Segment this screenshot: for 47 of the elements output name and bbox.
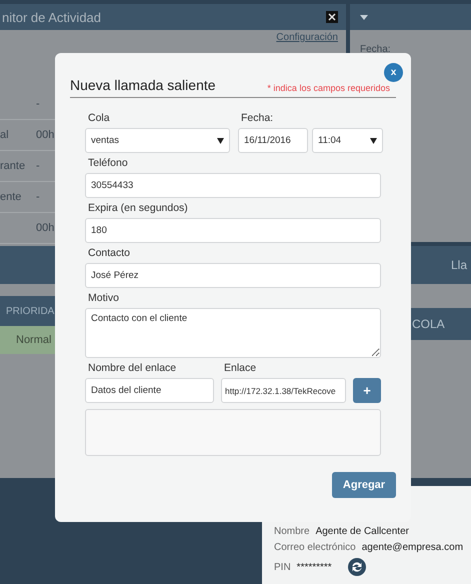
pin-value: *********: [296, 562, 332, 572]
refresh-icon[interactable]: [348, 558, 366, 576]
caret-icon[interactable]: [360, 14, 368, 20]
row-label: al: [0, 129, 10, 141]
dropdown-arrow-icon[interactable]: [370, 138, 377, 144]
required-note: * indica los campos requeridos: [267, 83, 391, 93]
add-button[interactable]: +: [353, 378, 381, 403]
dialog-title: Nueva llamada saliente: [70, 77, 216, 93]
window-title: nitor de Actividad: [2, 10, 102, 24]
field-label: Teléfono: [88, 157, 129, 169]
input-field[interactable]: 30554433: [85, 173, 381, 198]
table-cell: Normal: [16, 334, 52, 346]
row-label: ente: [0, 191, 22, 203]
input-field[interactable]: 180: [85, 218, 381, 243]
queue-select[interactable]: ventas: [85, 128, 230, 153]
row-value: 00h: [36, 222, 54, 234]
panel-header: Lla: [450, 258, 467, 272]
agent-name: Agente de Callcenter: [316, 526, 409, 537]
field-label: Enlace: [224, 362, 258, 374]
field-label: Nombre del enlace: [88, 362, 178, 374]
column-header: PRIORIDA: [6, 306, 54, 316]
field-label: Fecha:: [360, 44, 392, 55]
field-label: Motivo: [88, 292, 120, 304]
time-select[interactable]: 11:04: [312, 128, 383, 153]
row-value: 00h: [36, 129, 54, 141]
close-icon[interactable]: [326, 11, 338, 23]
row-label: rante: [0, 160, 26, 172]
pin-label: PIN: [274, 562, 291, 572]
column-header: COLA: [412, 317, 445, 331]
dropdown-arrow-icon[interactable]: [217, 138, 224, 144]
input-field[interactable]: http://172.32.1.38/TekRecove: [220, 378, 346, 403]
row-value: -: [36, 160, 40, 172]
field-label: Expira (en segundos): [88, 202, 189, 214]
field-label: Fecha:: [241, 112, 274, 124]
input-field[interactable]: José Pérez: [85, 263, 381, 288]
name-label: Nombre: [274, 526, 310, 537]
agent-email: agente@empresa.com: [362, 542, 464, 553]
field-label: Cola: [88, 112, 111, 124]
close-button[interactable]: x: [384, 63, 403, 82]
field-label: Contacto: [88, 247, 132, 259]
row-value: -: [36, 191, 40, 203]
input-field[interactable]: Datos del cliente: [85, 378, 214, 403]
date-field[interactable]: 16/11/2016: [238, 128, 308, 153]
text-area[interactable]: Contacto con el cliente: [85, 308, 381, 358]
email-label: Correo electrónico: [274, 542, 356, 553]
add-button[interactable]: Agregar: [332, 472, 396, 498]
row-value: -: [36, 98, 40, 110]
